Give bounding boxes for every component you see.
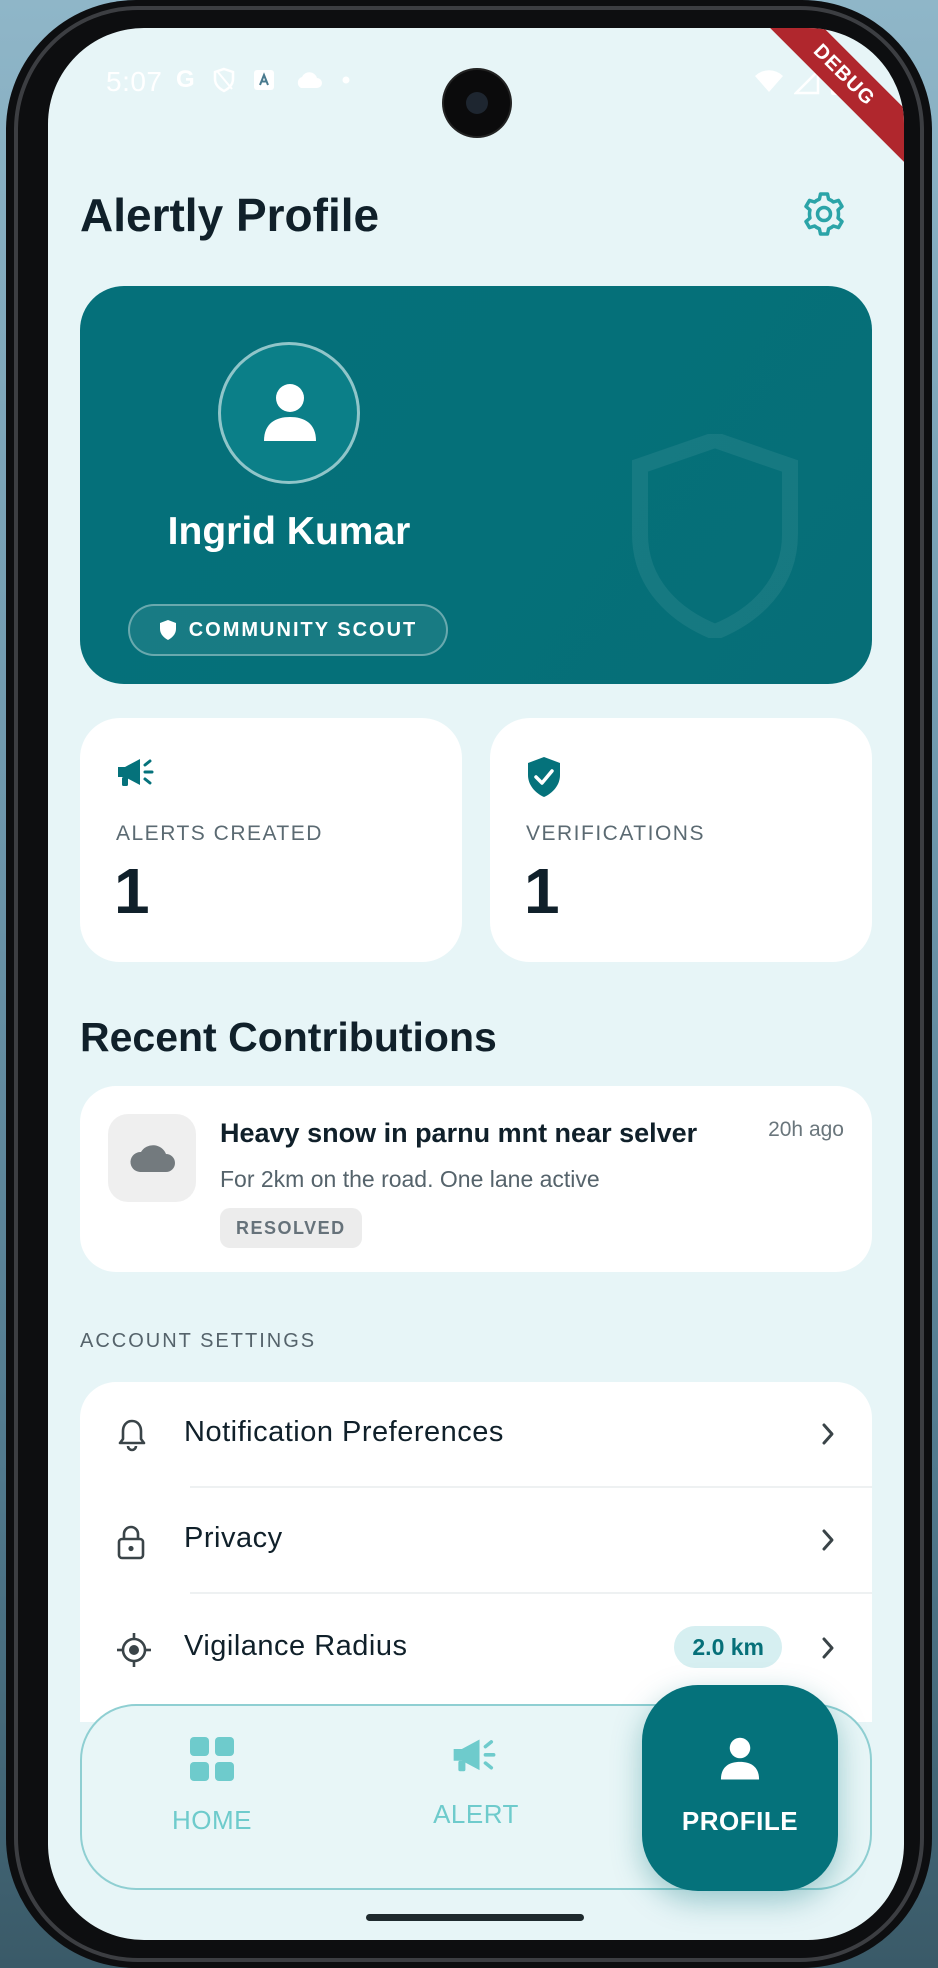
recent-contributions-title: Recent Contributions (80, 1014, 497, 1060)
bell-icon (118, 1419, 146, 1452)
cloud-status-icon (297, 72, 322, 88)
chevron-right-icon (822, 1637, 834, 1659)
stat-label: ALERTS CREATED (116, 822, 323, 845)
debug-banner: DEBUG (745, 28, 904, 174)
stat-label: VERIFICATIONS (526, 822, 705, 845)
nav-label: HOME (172, 1805, 252, 1835)
rank-badge: COMMUNITY SCOUT (128, 604, 448, 656)
account-settings-label: ACCOUNT SETTINGS (80, 1330, 317, 1352)
stat-card-alerts: ALERTS CREATED 1 (80, 718, 462, 962)
lock-icon (117, 1525, 145, 1560)
stat-value: 1 (524, 855, 560, 927)
gear-icon[interactable] (800, 190, 848, 238)
avatar[interactable] (218, 342, 360, 484)
nav-item-alert[interactable]: ALERT (376, 1736, 576, 1830)
google-icon: G (176, 66, 195, 93)
shield-watermark-icon (632, 434, 798, 638)
settings-item-label: Privacy (184, 1522, 283, 1554)
megaphone-icon (453, 1739, 496, 1772)
divider (190, 1592, 872, 1594)
contribution-thumbnail (108, 1114, 196, 1202)
stat-card-verifications: VERIFICATIONS 1 (490, 718, 872, 962)
contribution-time: 20h ago (768, 1118, 844, 1141)
app-screen: 5:07 G DEBUG Alertly Profile Ingrid Kuma… (48, 28, 904, 1940)
chevron-right-icon (822, 1529, 834, 1551)
settings-item-notifications[interactable]: Notification Preferences (80, 1382, 872, 1488)
status-time: 5:07 (106, 66, 163, 97)
nav-label: ALERT (433, 1799, 519, 1829)
megaphone-icon (118, 759, 154, 786)
settings-item-privacy[interactable]: Privacy (80, 1488, 872, 1594)
grid-icon (190, 1737, 234, 1781)
cloud-icon (130, 1145, 175, 1172)
nav-item-profile[interactable]: PROFILE (642, 1685, 838, 1891)
profile-name: Ingrid Kumar (167, 510, 411, 553)
phone-frame: 5:07 G DEBUG Alertly Profile Ingrid Kuma… (6, 0, 932, 1968)
contribution-card[interactable]: Heavy snow in parnu mnt near selver For … (80, 1086, 872, 1272)
app-store-icon (253, 70, 274, 90)
contribution-description: For 2km on the road. One lane active (220, 1166, 600, 1192)
status-bar: 5:07 G DEBUG (48, 28, 904, 174)
status-notification-icons: G (176, 66, 351, 94)
contribution-title: Heavy snow in parnu mnt near selver (220, 1118, 698, 1148)
front-camera (444, 70, 510, 136)
nav-label: PROFILE (681, 1806, 799, 1836)
radius-value-badge: 2.0 km (674, 1626, 782, 1668)
stat-value: 1 (114, 855, 150, 927)
person-icon (720, 1737, 760, 1780)
profile-card: Ingrid Kumar COMMUNITY SCOUT (80, 286, 872, 684)
target-icon (117, 1633, 151, 1667)
page-title: Alertly Profile (80, 189, 380, 241)
home-indicator[interactable] (366, 1914, 584, 1921)
settings-list: Notification Preferences Privacy Vigilan… (80, 1382, 872, 1722)
settings-item-label: Notification Preferences (184, 1416, 504, 1448)
status-badge: RESOLVED (220, 1208, 362, 1248)
nav-item-home[interactable]: HOME (112, 1736, 312, 1836)
wifi-icon (755, 70, 783, 92)
settings-item-label: Vigilance Radius (184, 1630, 408, 1662)
verified-shield-icon (528, 757, 560, 797)
rank-badge-label: COMMUNITY SCOUT (188, 618, 418, 641)
person-icon (264, 384, 316, 441)
shield-outline-icon (213, 67, 234, 93)
shield-icon (159, 620, 176, 640)
chevron-right-icon (822, 1423, 834, 1445)
dot-icon (342, 76, 350, 84)
